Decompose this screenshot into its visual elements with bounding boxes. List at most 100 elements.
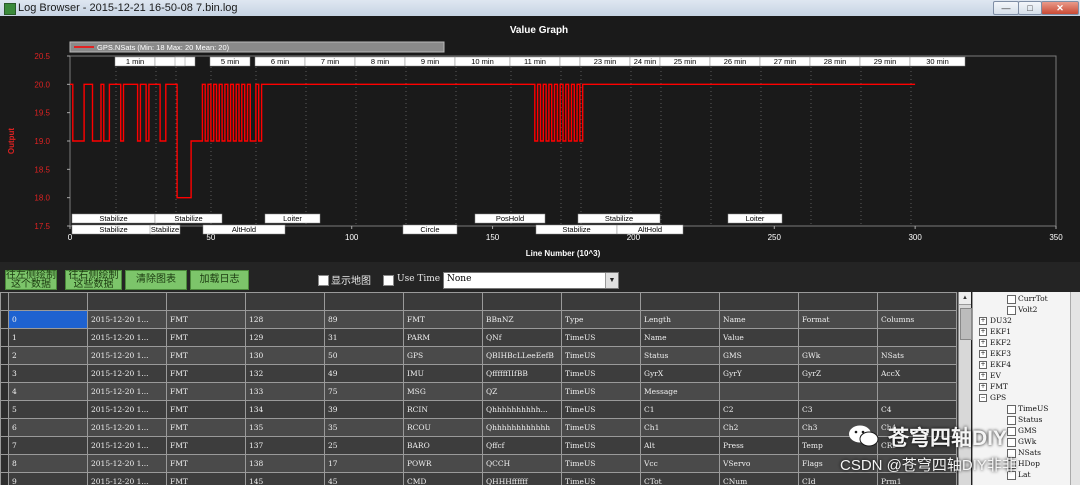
table-cell[interactable]: CTot bbox=[640, 472, 720, 485]
table-cell[interactable]: Columns bbox=[877, 310, 957, 329]
table-cell[interactable]: Qffcf bbox=[482, 436, 562, 455]
log-table[interactable]: 0 2015-12-20 1... FMT 128 89 FMT BBnNZ Type Leng… bbox=[0, 292, 958, 485]
tree-item[interactable]: − GPS bbox=[979, 393, 1006, 402]
tree-item[interactable]: CurrTot bbox=[1007, 294, 1048, 304]
table-cell[interactable] bbox=[798, 382, 878, 401]
table-cell[interactable]: FMT bbox=[403, 310, 483, 329]
row-header[interactable] bbox=[0, 310, 9, 329]
table-cell[interactable]: 2015-12-20 1... bbox=[87, 364, 167, 383]
table-cell[interactable]: 2015-12-20 1... bbox=[87, 454, 167, 473]
table-cell[interactable]: Ch2 bbox=[719, 418, 799, 437]
table-cell[interactable]: 2015-12-20 1... bbox=[87, 310, 167, 329]
table-row[interactable]: 4 2015-12-20 1... FMT 133 75 MSG QZ TimeUS Messa… bbox=[0, 382, 957, 401]
expand-icon[interactable]: + bbox=[979, 361, 987, 369]
table-cell[interactable]: TimeUS bbox=[561, 418, 641, 437]
table-cell[interactable]: FMT bbox=[166, 310, 246, 329]
scrollbar-thumb[interactable] bbox=[960, 308, 972, 340]
expand-icon[interactable]: + bbox=[979, 328, 987, 336]
table-cell[interactable]: Name bbox=[719, 310, 799, 329]
minimize-button[interactable]: — bbox=[993, 1, 1019, 15]
table-cell[interactable] bbox=[877, 454, 957, 473]
row-header[interactable] bbox=[0, 436, 9, 455]
table-cell[interactable]: TimeUS bbox=[561, 364, 641, 383]
tree-item[interactable]: + EKF3 bbox=[979, 349, 1011, 358]
table-row[interactable]: 5 2015-12-20 1... FMT 134 39 RCIN Qhhhhhhhhhh.… bbox=[0, 400, 957, 419]
table-cell[interactable]: MSG bbox=[403, 382, 483, 401]
table-cell[interactable]: QHHHffffff bbox=[482, 472, 562, 485]
checkbox-icon[interactable] bbox=[1007, 459, 1016, 469]
tree-item[interactable]: HDop bbox=[1007, 459, 1040, 469]
table-cell[interactable]: QBIHBcLLeeEefB bbox=[482, 346, 562, 365]
tree-item[interactable]: TimeUS bbox=[1007, 404, 1048, 414]
table-cell[interactable]: 2015-12-20 1... bbox=[87, 418, 167, 437]
tree-item[interactable]: + DU32 bbox=[979, 316, 1012, 325]
table-cell[interactable]: TimeUS bbox=[561, 454, 641, 473]
checkbox-icon[interactable] bbox=[1007, 305, 1016, 315]
table-cell[interactable]: GyrZ bbox=[798, 364, 878, 383]
table-cell[interactable] bbox=[719, 382, 799, 401]
tree-item[interactable]: Status bbox=[1007, 415, 1042, 425]
table-scrollbar[interactable]: ▲ bbox=[958, 292, 972, 485]
table-cell[interactable]: Prm1 bbox=[877, 472, 957, 485]
table-cell[interactable]: Flags bbox=[798, 454, 878, 473]
table-cell[interactable]: 6 bbox=[8, 418, 88, 437]
table-cell[interactable]: FMT bbox=[166, 472, 246, 485]
table-cell[interactable]: 2015-12-20 1... bbox=[87, 382, 167, 401]
table-cell[interactable]: 133 bbox=[245, 382, 325, 401]
table-cell[interactable]: Press bbox=[719, 436, 799, 455]
row-header[interactable] bbox=[0, 382, 9, 401]
table-cell[interactable]: TimeUS bbox=[561, 382, 641, 401]
column-header[interactable] bbox=[0, 292, 9, 311]
table-cell[interactable]: FMT bbox=[166, 454, 246, 473]
table-cell[interactable]: POWR bbox=[403, 454, 483, 473]
table-cell[interactable]: GWk bbox=[798, 346, 878, 365]
table-cell[interactable]: RCIN bbox=[403, 400, 483, 419]
table-row[interactable]: 7 2015-12-20 1... FMT 137 25 BARO Qffcf TimeUS A… bbox=[0, 436, 957, 455]
table-cell[interactable]: Ch1 bbox=[640, 418, 720, 437]
table-cell[interactable]: FMT bbox=[166, 382, 246, 401]
expand-icon[interactable]: + bbox=[979, 383, 987, 391]
table-cell[interactable]: 75 bbox=[324, 382, 404, 401]
checkbox-icon[interactable] bbox=[1007, 437, 1016, 447]
table-cell[interactable] bbox=[798, 328, 878, 347]
table-row[interactable]: 8 2015-12-20 1... FMT 138 17 POWR QCCH TimeUS Vc… bbox=[0, 454, 957, 473]
table-cell[interactable]: VServo bbox=[719, 454, 799, 473]
tree-item[interactable]: + EKF4 bbox=[979, 360, 1011, 369]
close-button[interactable]: ✕ bbox=[1041, 1, 1079, 15]
row-header[interactable] bbox=[0, 454, 9, 473]
table-cell[interactable]: TimeUS bbox=[561, 436, 641, 455]
table-cell[interactable]: C4 bbox=[877, 400, 957, 419]
expand-icon[interactable]: + bbox=[979, 372, 987, 380]
plot-right-button[interactable]: 往右侧绘制 这些数据 bbox=[65, 270, 122, 290]
table-cell[interactable]: 89 bbox=[324, 310, 404, 329]
table-cell[interactable]: 132 bbox=[245, 364, 325, 383]
tree-item[interactable]: + FMT bbox=[979, 382, 1008, 391]
checkbox-icon[interactable] bbox=[1007, 426, 1016, 436]
table-cell[interactable]: Format bbox=[798, 310, 878, 329]
row-header[interactable] bbox=[0, 346, 9, 365]
table-cell[interactable]: 135 bbox=[245, 418, 325, 437]
checkbox-icon[interactable] bbox=[1007, 448, 1016, 458]
expand-icon[interactable]: + bbox=[979, 317, 987, 325]
row-header[interactable] bbox=[0, 364, 9, 383]
table-cell[interactable]: PARM bbox=[403, 328, 483, 347]
table-cell[interactable]: 134 bbox=[245, 400, 325, 419]
column-header[interactable] bbox=[324, 292, 404, 311]
table-cell[interactable]: 2015-12-20 1... bbox=[87, 400, 167, 419]
table-cell[interactable]: IMU bbox=[403, 364, 483, 383]
table-cell[interactable]: FMT bbox=[166, 328, 246, 347]
expand-icon[interactable]: + bbox=[979, 339, 987, 347]
table-cell[interactable]: 2015-12-20 1... bbox=[87, 328, 167, 347]
table-cell[interactable]: QCCH bbox=[482, 454, 562, 473]
table-cell[interactable]: Value bbox=[719, 328, 799, 347]
load-log-button[interactable]: 加载日志 bbox=[190, 270, 249, 290]
column-header[interactable] bbox=[245, 292, 325, 311]
table-cell[interactable]: 0 bbox=[8, 310, 88, 329]
table-cell[interactable]: 130 bbox=[245, 346, 325, 365]
time-select[interactable]: None ▼ bbox=[443, 272, 619, 289]
table-cell[interactable]: 129 bbox=[245, 328, 325, 347]
table-cell[interactable]: 128 bbox=[245, 310, 325, 329]
checkbox-icon[interactable] bbox=[1007, 404, 1016, 414]
table-cell[interactable]: AccX bbox=[877, 364, 957, 383]
table-cell[interactable]: QNf bbox=[482, 328, 562, 347]
